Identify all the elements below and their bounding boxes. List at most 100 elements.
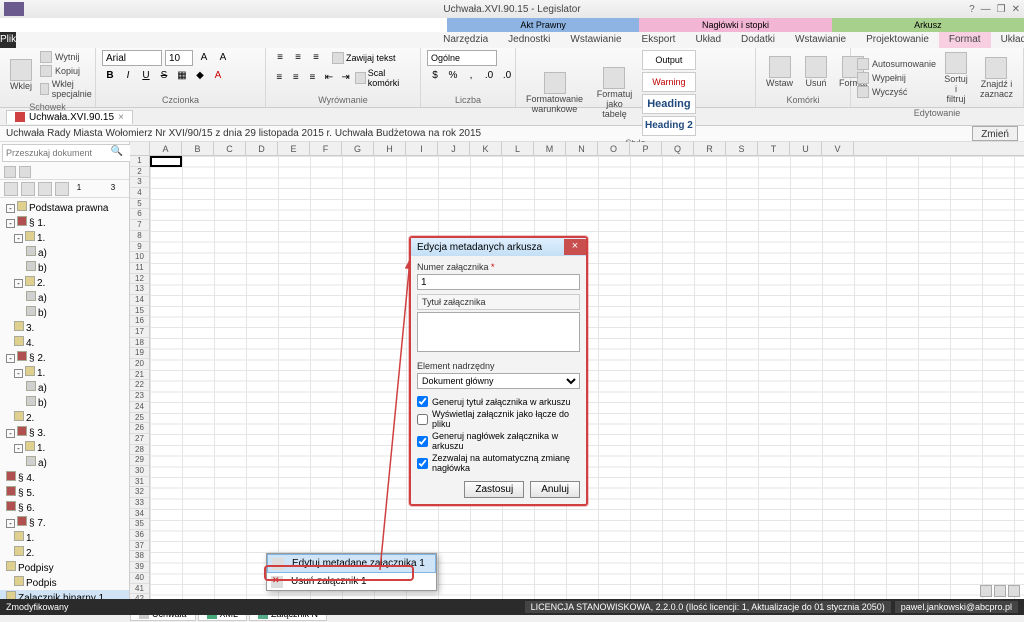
row-header-18[interactable]: 18 — [130, 338, 149, 349]
tree-node[interactable]: -2. — [0, 275, 129, 290]
tab-close-icon[interactable]: × — [118, 112, 124, 123]
expand-icon[interactable]: - — [14, 279, 23, 288]
strike-button[interactable]: S — [156, 68, 172, 84]
help-icon[interactable]: ? — [969, 4, 975, 15]
align-top-icon[interactable]: ≡ — [272, 50, 288, 66]
col-header-A[interactable]: A — [150, 142, 182, 155]
clear-button[interactable]: Wyczyść — [857, 85, 936, 99]
dialog-close-icon[interactable]: × — [564, 239, 586, 255]
decrease-font-icon[interactable]: A — [215, 50, 231, 66]
row-header-20[interactable]: 20 — [130, 359, 149, 370]
row-header-8[interactable]: 8 — [130, 231, 149, 242]
main-tab-układ[interactable]: Układ — [991, 32, 1024, 48]
tree-node[interactable]: -§ 2. — [0, 350, 129, 365]
style-heading1[interactable]: Heading 1 — [642, 94, 696, 114]
context-tab-akt[interactable]: Akt Prawny — [447, 18, 639, 32]
col-header-F[interactable]: F — [310, 142, 342, 155]
row-header-28[interactable]: 28 — [130, 445, 149, 456]
currency-icon[interactable]: $ — [427, 68, 443, 84]
change-button[interactable]: Zmień — [972, 126, 1018, 141]
tree-node[interactable]: -§ 7. — [0, 515, 129, 530]
row-header-31[interactable]: 31 — [130, 477, 149, 488]
expand-icon[interactable]: - — [6, 429, 15, 438]
inc-decimal-icon[interactable]: .0 — [481, 68, 497, 84]
insert-button[interactable]: Wstaw — [762, 54, 797, 90]
fill-color-button[interactable]: ◆ — [192, 68, 208, 84]
row-header-12[interactable]: 12 — [130, 274, 149, 285]
row-header-24[interactable]: 24 — [130, 402, 149, 413]
align-left-icon[interactable]: ≡ — [272, 70, 287, 86]
find-select-button[interactable]: Znajdź i zaznacz — [976, 55, 1017, 101]
tree-node[interactable]: -1. — [0, 230, 129, 245]
tree-node[interactable]: 3. — [0, 320, 129, 335]
row-header-35[interactable]: 35 — [130, 519, 149, 530]
comma-icon[interactable]: , — [463, 68, 479, 84]
view-normal-icon[interactable] — [980, 585, 992, 597]
menu-delete-attachment[interactable]: Usuń załącznik 1 — [267, 573, 436, 590]
tree-tool-4[interactable] — [55, 182, 69, 196]
expand-icon[interactable]: - — [14, 234, 23, 243]
increase-font-icon[interactable]: A — [196, 50, 212, 66]
align-center-icon[interactable]: ≡ — [289, 70, 304, 86]
view-layout-icon[interactable] — [994, 585, 1006, 597]
row-header-23[interactable]: 23 — [130, 391, 149, 402]
row-header-41[interactable]: 41 — [130, 584, 149, 595]
row-header-1[interactable]: 1 — [130, 156, 149, 167]
number-format-select[interactable] — [427, 50, 497, 66]
dialog-titlebar[interactable]: Edycja metadanych arkusza × — [411, 238, 586, 256]
border-button[interactable]: ▦ — [174, 68, 190, 84]
col-header-K[interactable]: K — [470, 142, 502, 155]
row-header-7[interactable]: 7 — [130, 220, 149, 231]
tree-tool-2[interactable] — [21, 182, 35, 196]
chk-generuj-tytul[interactable]: Generuj tytuł załącznika w arkuszu — [417, 396, 580, 407]
col-header-M[interactable]: M — [534, 142, 566, 155]
main-tab-układ[interactable]: Układ — [685, 32, 731, 48]
menu-edit-metadata[interactable]: Edytuj metadane załącznika 1 — [267, 554, 436, 573]
search-icon[interactable]: 🔍 — [111, 146, 123, 157]
paste-button[interactable]: Wklej — [6, 57, 36, 93]
row-header-9[interactable]: 9 — [130, 242, 149, 253]
tree-node[interactable]: -§ 3. — [0, 425, 129, 440]
row-header-6[interactable]: 6 — [130, 209, 149, 220]
tree-tool-3[interactable] — [38, 182, 52, 196]
tree-node[interactable]: a) — [0, 380, 129, 395]
col-header-S[interactable]: S — [726, 142, 758, 155]
main-tab-wstawianie[interactable]: Wstawianie — [560, 32, 631, 48]
tree-node[interactable]: -1. — [0, 365, 129, 380]
tree-node[interactable]: Podpis — [0, 575, 129, 590]
copy-button[interactable]: Kopiuj — [40, 64, 95, 78]
tree-node[interactable]: 1. — [0, 530, 129, 545]
tree-node[interactable]: Podpisy — [0, 560, 129, 575]
style-heading2[interactable]: Heading 2 — [642, 116, 696, 136]
chk-generuj-naglowek[interactable]: Generuj nagłówek załącznika w arkuszu — [417, 431, 580, 451]
col-header-J[interactable]: J — [438, 142, 470, 155]
tree-node[interactable]: § 4. — [0, 470, 129, 485]
main-tab-dodatki[interactable]: Dodatki — [731, 32, 785, 48]
col-header-C[interactable]: C — [214, 142, 246, 155]
row-header-40[interactable]: 40 — [130, 573, 149, 584]
indent-inc-icon[interactable]: ⇥ — [338, 70, 353, 86]
italic-button[interactable]: I — [120, 68, 136, 84]
row-header-25[interactable]: 25 — [130, 413, 149, 424]
col-header-B[interactable]: B — [182, 142, 214, 155]
font-color-button[interactable]: A — [210, 68, 226, 84]
col-header-T[interactable]: T — [758, 142, 790, 155]
row-header-17[interactable]: 17 — [130, 327, 149, 338]
close-icon[interactable]: ✕ — [1012, 4, 1020, 15]
col-header-R[interactable]: R — [694, 142, 726, 155]
col-header-P[interactable]: P — [630, 142, 662, 155]
sort-filter-button[interactable]: Sortuj i filtruj — [940, 50, 972, 106]
style-output[interactable]: Output — [642, 50, 696, 70]
col-header-D[interactable]: D — [246, 142, 278, 155]
input-tytul[interactable] — [417, 312, 580, 352]
row-header-15[interactable]: 15 — [130, 306, 149, 317]
tree-node[interactable]: a) — [0, 245, 129, 260]
row-header-2[interactable]: 2 — [130, 167, 149, 178]
col-header-V[interactable]: V — [822, 142, 854, 155]
document-tree[interactable]: -Podstawa prawna-§ 1.-1.a)b)-2.a)b)3.4.-… — [0, 198, 129, 604]
indent-dec-icon[interactable]: ⇤ — [322, 70, 337, 86]
col-header-O[interactable]: O — [598, 142, 630, 155]
context-tab-naglowki[interactable]: Nagłówki i stopki — [639, 18, 831, 32]
main-tab-jednostki[interactable]: Jednostki — [498, 32, 560, 48]
row-header-14[interactable]: 14 — [130, 295, 149, 306]
